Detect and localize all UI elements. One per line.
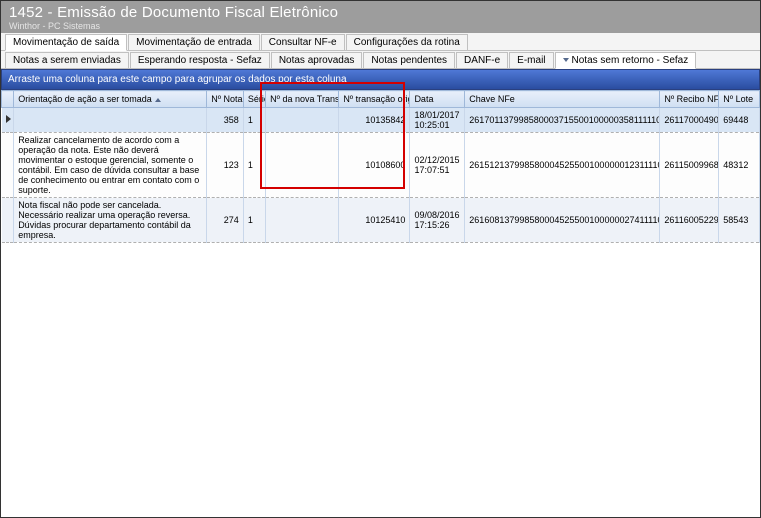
tab-sem-retorno[interactable]: Notas sem retorno - Sefaz [555,52,697,69]
cell-serie: 1 [243,133,265,198]
window-title: 1452 - Emissão de Documento Fiscal Eletr… [9,4,752,21]
tabs-secondary: Notas a serem enviadas Esperando respost… [1,51,760,69]
cell-transacao-original: 10135842 [339,108,410,133]
tab-mov-entrada[interactable]: Movimentação de entrada [128,34,260,50]
window-subtitle: Winthor - PC Sistemas [9,21,752,31]
row-indicator-cell [2,198,14,243]
grid-panel: Arraste uma coluna para este campo para … [1,69,760,243]
col-lote[interactable]: Nº Lote [719,91,760,108]
cell-serie: 1 [243,108,265,133]
current-row-icon [6,115,11,123]
tab-consultar-nfe[interactable]: Consultar NF-e [261,34,345,50]
header-row: Orientação de ação a ser tomada Nº Nota … [2,91,760,108]
cell-lote: 48312 [719,133,760,198]
table-row[interactable]: 358 1 10135842 18/01/2017 10:25:01 26170… [2,108,760,133]
tab-notas-pendentes[interactable]: Notas pendentes [363,52,455,68]
sort-asc-icon [155,98,161,102]
col-orientacao[interactable]: Orientação de ação a ser tomada [14,91,207,108]
tab-config-rotina[interactable]: Configurações da rotina [346,34,468,50]
cell-data: 09/08/2016 17:15:26 [410,198,465,243]
tab-email[interactable]: E-mail [509,52,553,68]
cell-transacao-original: 10125410 [339,198,410,243]
cell-num-nota: 358 [207,108,244,133]
col-serie[interactable]: Série [243,91,265,108]
tab-notas-aprovadas[interactable]: Notas aprovadas [271,52,363,68]
row-indicator-cell [2,108,14,133]
col-orientacao-label: Orientação de ação a ser tomada [18,94,152,104]
tab-sem-retorno-label: Notas sem retorno - Sefaz [572,55,689,66]
cell-recibo: 261160052294497 [660,198,719,243]
tabs-primary: Movimentação de saída Movimentação de en… [1,33,760,51]
cell-nova-transacao [266,108,339,133]
col-data[interactable]: Data [410,91,465,108]
data-grid[interactable]: Orientação de ação a ser tomada Nº Nota … [1,90,760,243]
col-indicator[interactable] [2,91,14,108]
cell-recibo: 261170004900881 [660,108,719,133]
col-num-nota[interactable]: Nº Nota [207,91,244,108]
table-row[interactable]: Realizar cancelamento de acordo com a op… [2,133,760,198]
cell-lote: 58543 [719,198,760,243]
group-by-bar[interactable]: Arraste uma coluna para este campo para … [1,69,760,90]
cell-chave: 2616081379985800045255001000000274111100… [465,198,660,243]
chevron-down-icon [563,58,569,62]
cell-data: 02/12/2015 17:07:51 [410,133,465,198]
cell-num-nota: 123 [207,133,244,198]
cell-data: 18/01/2017 10:25:01 [410,108,465,133]
cell-chave: 2615121379985800045255001000000123111100… [465,133,660,198]
cell-orientacao: Nota fiscal não pode ser cancelada. Nece… [14,198,207,243]
cell-orientacao [14,108,207,133]
tab-notas-enviadas[interactable]: Notas a serem enviadas [5,52,129,68]
col-chave-nfe[interactable]: Chave NFe [465,91,660,108]
cell-nova-transacao [266,198,339,243]
cell-num-nota: 274 [207,198,244,243]
row-indicator-cell [2,133,14,198]
col-nova-transacao[interactable]: Nº da nova Transação [266,91,339,108]
cell-serie: 1 [243,198,265,243]
col-transacao-original[interactable]: Nº transação original [339,91,410,108]
table-row[interactable]: Nota fiscal não pode ser cancelada. Nece… [2,198,760,243]
tab-esperando-resposta[interactable]: Esperando resposta - Sefaz [130,52,270,68]
cell-chave: 2617011379985800037155001000003581111101… [465,108,660,133]
cell-transacao-original: 10108600 [339,133,410,198]
cell-recibo: 261150099684728 [660,133,719,198]
cell-nova-transacao [266,133,339,198]
col-recibo-nfe[interactable]: Nº Recibo NFe [660,91,719,108]
tab-mov-saida[interactable]: Movimentação de saída [5,34,127,51]
window-header: 1452 - Emissão de Documento Fiscal Eletr… [1,1,760,33]
cell-lote: 69448 [719,108,760,133]
tab-danfe[interactable]: DANF-e [456,52,508,68]
cell-orientacao: Realizar cancelamento de acordo com a op… [14,133,207,198]
